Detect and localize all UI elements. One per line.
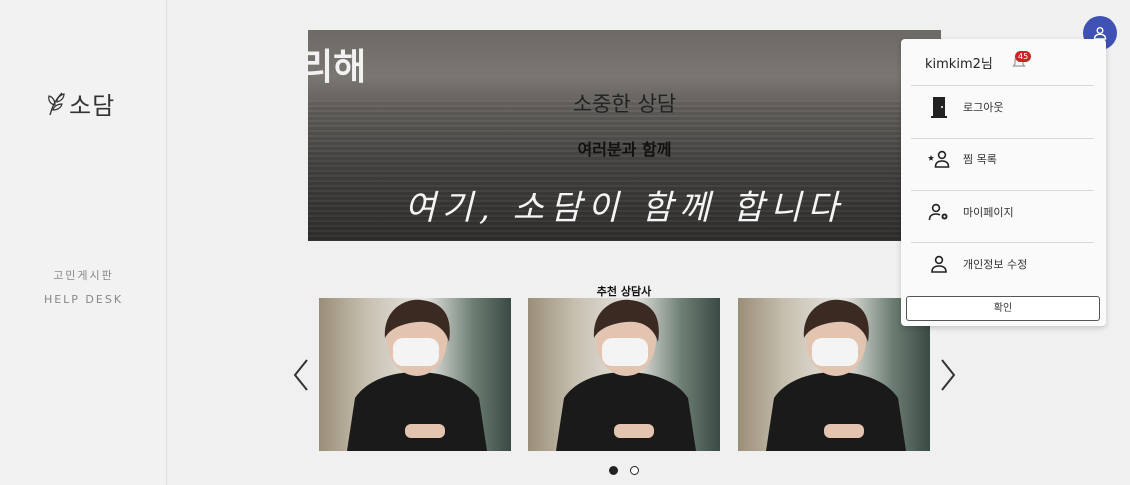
banner-headline: 소중한 상담 xyxy=(572,92,677,116)
nav-link-help-desk[interactable]: HELP DESK xyxy=(0,288,167,312)
menu-item-mypage[interactable]: 마이페이지 xyxy=(911,192,1094,232)
person-gear-icon xyxy=(925,203,953,221)
banner-corner-text: 리해 xyxy=(308,47,367,88)
carousel-next-arrow-icon[interactable] xyxy=(938,358,958,392)
menu-divider xyxy=(911,85,1094,86)
leaf-logo-icon xyxy=(48,92,65,115)
banner-tagline: 여기, 소담이 함께 합니다 xyxy=(404,188,845,228)
side-nav: 고민게시판 HELP DESK xyxy=(0,264,167,312)
user-icon xyxy=(1093,27,1107,40)
carousel-dot-2[interactable] xyxy=(630,466,639,475)
menu-item-label: 마이페이지 xyxy=(963,206,1014,219)
carousel-dot-1[interactable] xyxy=(609,466,618,475)
counselor-card[interactable] xyxy=(319,298,511,451)
counselor-photo-icon xyxy=(347,299,487,451)
logo-text: 소담 xyxy=(69,92,116,120)
confirm-button[interactable]: 확인 xyxy=(906,296,1100,321)
logo[interactable]: 소담 xyxy=(46,86,115,121)
banner-subheadline: 여러분과 함께 xyxy=(577,140,672,159)
menu-divider xyxy=(911,242,1094,243)
door-icon xyxy=(925,96,953,118)
menu-item-logout[interactable]: 로그아웃 xyxy=(911,87,1094,127)
recommend-title: 추천 상담사 xyxy=(596,285,652,298)
person-icon xyxy=(925,255,953,273)
menu-item-wishlist[interactable]: 찜 목록 xyxy=(911,139,1094,179)
nav-link-board[interactable]: 고민게시판 xyxy=(0,264,167,288)
menu-item-label: 찜 목록 xyxy=(963,153,997,166)
account-dropdown: kimkim2님 45 로그아웃 찜 목록 마이페이지 개인정보 수정 확인 xyxy=(901,39,1106,326)
menu-divider xyxy=(911,190,1094,191)
counselor-card[interactable] xyxy=(528,298,720,451)
menu-item-label: 로그아웃 xyxy=(963,101,1004,114)
counselor-photo-icon xyxy=(766,299,906,451)
star-person-icon xyxy=(925,150,953,168)
menu-item-edit-profile[interactable]: 개인정보 수정 xyxy=(911,244,1094,284)
notification-badge: 45 xyxy=(1015,51,1032,62)
carousel-prev-arrow-icon[interactable] xyxy=(291,358,311,392)
carousel-pagination xyxy=(609,466,639,475)
menu-item-label: 개인정보 수정 xyxy=(963,258,1028,271)
hero-banner: 리해 소중한 상담 여러분과 함께 여기, 소담이 함께 합니다 xyxy=(308,30,941,241)
username-label: kimkim2님 xyxy=(925,57,993,72)
sidebar: 소담 고민게시판 HELP DESK xyxy=(0,0,167,485)
counselor-photo-icon xyxy=(556,299,696,451)
